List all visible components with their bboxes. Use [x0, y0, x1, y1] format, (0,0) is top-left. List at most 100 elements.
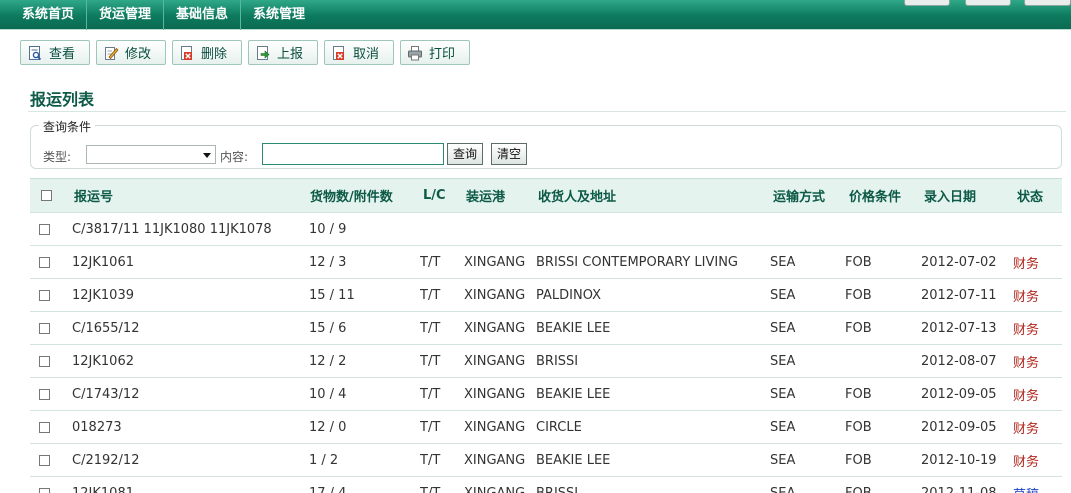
cell-shipment-no[interactable]: C/3817/11 11JK1080 11JK1078 — [72, 212, 309, 246]
col-header-consignee[interactable]: 收货人及地址 — [536, 178, 770, 213]
cell-status[interactable]: 财务 — [1013, 443, 1062, 477]
type-select[interactable] — [86, 145, 216, 164]
cell-consignee: BEAKIE LEE — [536, 443, 770, 477]
cell-shipment-no[interactable]: C/2192/12 — [72, 443, 309, 477]
cell-consignee — [536, 212, 770, 246]
select-all-checkbox[interactable] — [41, 190, 52, 201]
row-checkbox-cell — [30, 377, 72, 411]
row-checkbox-cell — [30, 476, 72, 493]
cell-status[interactable]: 财务 — [1013, 410, 1062, 444]
cell-lc: T/T — [420, 245, 464, 279]
window-button-2[interactable] — [965, 0, 1011, 6]
shipment-table: 报运号 货物数/附件数 L/C 装运港 收货人及地址 运输方式 价格条件 录入日… — [30, 178, 1062, 493]
nav-tab-home[interactable]: 系统首页 — [10, 0, 88, 30]
row-checkbox[interactable] — [39, 355, 50, 367]
cell-status[interactable]: 草稿 — [1013, 476, 1062, 493]
cell-lc: T/T — [420, 344, 464, 378]
cell-port: XINGANG — [464, 245, 536, 279]
cell-shipment-no[interactable]: 12JK1039 — [72, 278, 309, 312]
cell-consignee: BRISSI CONTEMPORARY LIVING — [536, 245, 770, 279]
window-button-3[interactable] — [1024, 0, 1071, 6]
col-header-entry-date[interactable]: 录入日期 — [921, 178, 1013, 213]
cell-entry-date: 2012-08-07 — [921, 344, 1013, 378]
col-header-shipment-no[interactable]: 报运号 — [72, 178, 309, 213]
table-row[interactable]: 12JK1081 17 / 4 T/T XINGANG BRISSI SEA F… — [30, 476, 1062, 493]
cell-entry-date: 2012-09-05 — [921, 377, 1013, 411]
cell-port: XINGANG — [464, 443, 536, 477]
cell-status[interactable]: 财务 — [1013, 311, 1062, 345]
col-header-transport[interactable]: 运输方式 — [770, 178, 845, 213]
row-checkbox[interactable] — [39, 256, 50, 268]
cell-goods-count: 15 / 11 — [309, 278, 420, 312]
cell-status[interactable]: 财务 — [1013, 377, 1062, 411]
content-label: 内容: — [220, 150, 249, 164]
row-checkbox[interactable] — [39, 223, 50, 235]
cancel-button[interactable]: 取消 — [324, 40, 394, 65]
search-button[interactable]: 查询 — [447, 143, 484, 165]
col-header-goods-count[interactable]: 货物数/附件数 — [309, 178, 420, 213]
delete-button[interactable]: 删除 — [172, 40, 242, 65]
cell-lc: T/T — [420, 311, 464, 345]
nav-tab-basic-info[interactable]: 基础信息 — [164, 0, 242, 30]
clear-button[interactable]: 清空 — [491, 143, 528, 165]
cell-transport: SEA — [770, 344, 845, 378]
cell-transport: SEA — [770, 443, 845, 477]
action-toolbar: 查看 修改 删除 上报 取消 打印 — [20, 40, 476, 65]
cell-entry-date — [921, 212, 1013, 246]
row-checkbox[interactable] — [39, 388, 50, 400]
print-button-label: 打印 — [429, 47, 456, 62]
table-row[interactable]: C/2192/12 1 / 2 T/T XINGANG BEAKIE LEE S… — [30, 443, 1062, 477]
row-checkbox[interactable] — [39, 421, 50, 433]
cell-port: XINGANG — [464, 311, 536, 345]
cell-goods-count: 10 / 4 — [309, 377, 420, 411]
col-header-port[interactable]: 装运港 — [464, 178, 536, 213]
cell-status[interactable]: 财务 — [1013, 278, 1062, 312]
cell-status[interactable] — [1013, 212, 1062, 246]
col-header-status[interactable]: 状态 — [1013, 178, 1062, 213]
edit-button[interactable]: 修改 — [96, 40, 166, 65]
cell-price-terms: FOB — [845, 410, 921, 444]
table-row[interactable]: 12JK1061 12 / 3 T/T XINGANG BRISSI CONTE… — [30, 245, 1062, 279]
cell-port — [464, 212, 536, 246]
row-checkbox[interactable] — [39, 289, 50, 301]
table-row[interactable]: 12JK1039 15 / 11 T/T XINGANG PALDINOX SE… — [30, 278, 1062, 312]
view-button[interactable]: 查看 — [20, 40, 90, 65]
row-checkbox[interactable] — [39, 487, 50, 493]
cell-transport: SEA — [770, 377, 845, 411]
table-row[interactable]: 018273 12 / 0 T/T XINGANG CIRCLE SEA FOB… — [30, 410, 1062, 444]
row-checkbox[interactable] — [39, 454, 50, 466]
cell-lc: T/T — [420, 278, 464, 312]
cell-transport: SEA — [770, 311, 845, 345]
cell-shipment-no[interactable]: C/1655/12 — [72, 311, 309, 345]
table-row[interactable]: C/1655/12 15 / 6 T/T XINGANG BEAKIE LEE … — [30, 311, 1062, 345]
cell-consignee: CIRCLE — [536, 410, 770, 444]
cell-status[interactable]: 财务 — [1013, 344, 1062, 378]
nav-tab-shipping[interactable]: 货运管理 — [87, 0, 165, 30]
title-divider — [28, 111, 1066, 112]
window-button-1[interactable] — [904, 0, 950, 6]
submit-report-button[interactable]: 上报 — [248, 40, 318, 65]
content-input[interactable] — [262, 143, 444, 165]
type-label: 类型: — [43, 150, 72, 164]
row-checkbox[interactable] — [39, 322, 50, 334]
nav-tab-system[interactable]: 系统管理 — [241, 0, 317, 30]
cell-consignee: BRISSI — [536, 476, 770, 493]
delete-button-label: 删除 — [201, 47, 228, 62]
page-title: 报运列表 — [30, 90, 95, 109]
row-checkbox-cell — [30, 443, 72, 477]
table-row[interactable]: 12JK1062 12 / 2 T/T XINGANG BRISSI SEA 2… — [30, 344, 1062, 378]
cell-shipment-no[interactable]: 12JK1081 — [72, 476, 309, 493]
col-header-lc[interactable]: L/C — [420, 178, 464, 213]
cell-shipment-no[interactable]: 12JK1062 — [72, 344, 309, 378]
cell-consignee: PALDINOX — [536, 278, 770, 312]
cell-shipment-no[interactable]: C/1743/12 — [72, 377, 309, 411]
cell-transport: SEA — [770, 476, 845, 493]
cell-shipment-no[interactable]: 018273 — [72, 410, 309, 444]
cell-port: XINGANG — [464, 476, 536, 493]
cell-shipment-no[interactable]: 12JK1061 — [72, 245, 309, 279]
cell-status[interactable]: 财务 — [1013, 245, 1062, 279]
print-button[interactable]: 打印 — [400, 40, 470, 65]
table-row[interactable]: C/1743/12 10 / 4 T/T XINGANG BEAKIE LEE … — [30, 377, 1062, 411]
col-header-price-terms[interactable]: 价格条件 — [845, 178, 921, 213]
table-row[interactable]: C/3817/11 11JK1080 11JK1078 10 / 9 — [30, 212, 1062, 246]
